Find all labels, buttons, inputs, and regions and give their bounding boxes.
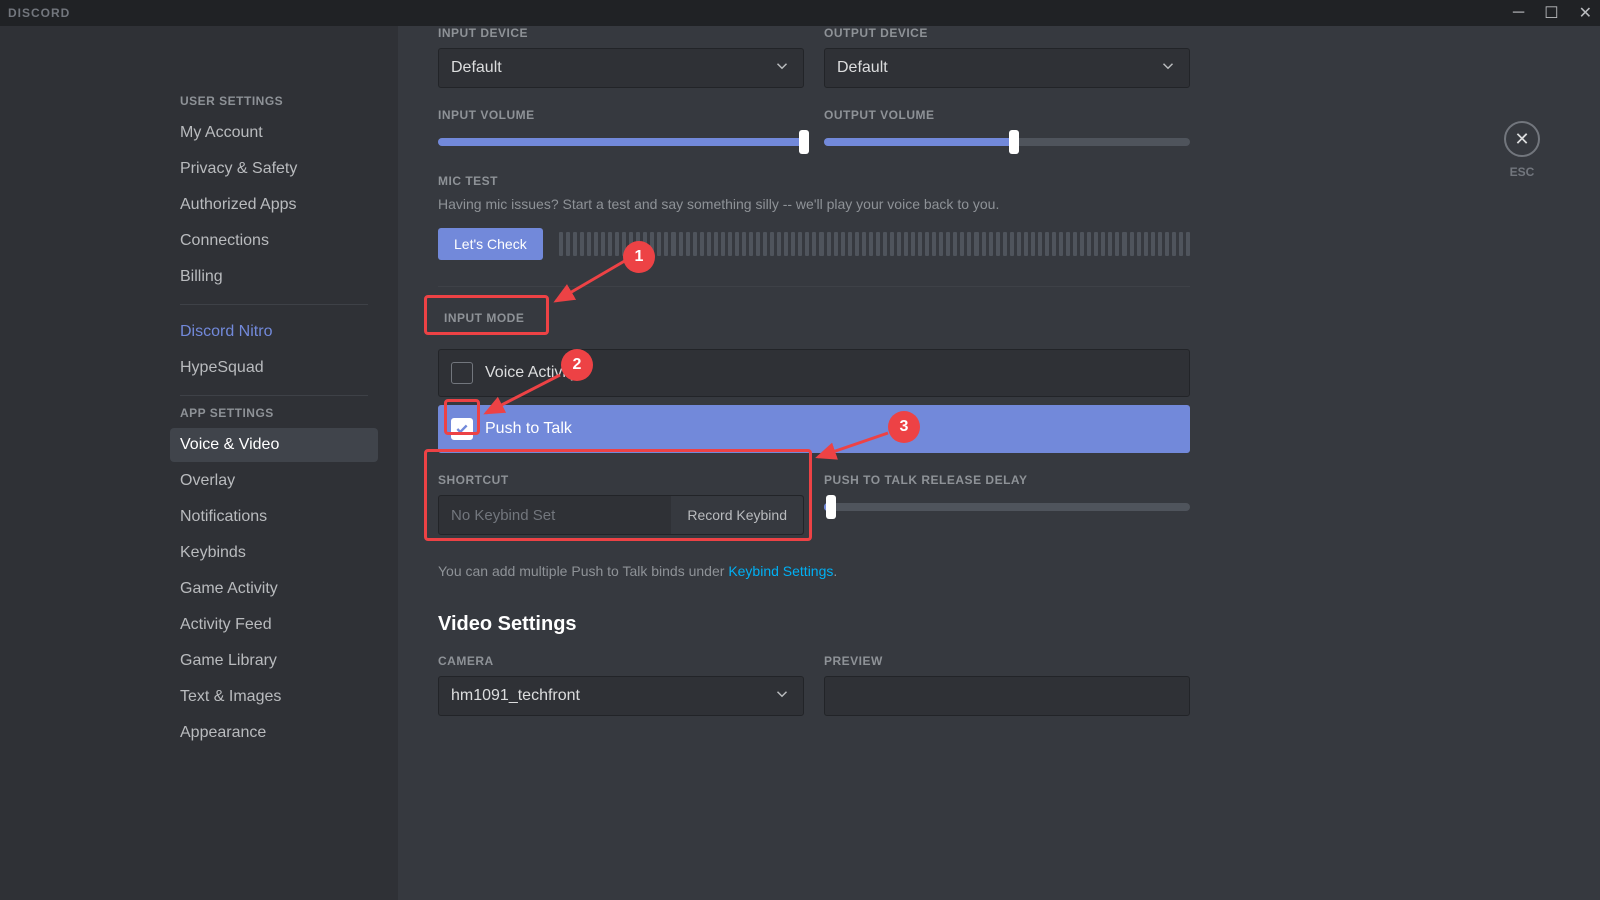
shortcut-value: No Keybind Set — [439, 507, 671, 524]
sidebar-item-connections[interactable]: Connections — [170, 224, 378, 258]
ptt-delay-label: Push to Talk Release Delay — [824, 473, 1190, 487]
window-maximize-icon[interactable]: ☐ — [1544, 3, 1558, 23]
chevron-down-icon — [773, 57, 791, 80]
section-app-settings: App Settings — [180, 406, 368, 420]
sidebar-item-game-activity[interactable]: Game Activity — [170, 572, 378, 606]
divider — [180, 304, 368, 305]
sidebar-item-authorized-apps[interactable]: Authorized Apps — [170, 188, 378, 222]
annotation-arrow-1 — [548, 251, 638, 311]
lets-check-button[interactable]: Let's Check — [438, 228, 543, 260]
settings-content: ✕ ESC Input Device Default Output Device… — [398, 26, 1600, 900]
output-volume-label: Output Volume — [824, 108, 1190, 122]
video-settings-heading: Video Settings — [438, 613, 1560, 636]
input-device-select[interactable]: Default — [438, 48, 804, 88]
divider — [438, 286, 1190, 287]
input-mode-voice-activity[interactable]: Voice Activity — [438, 349, 1190, 397]
preview-box — [824, 676, 1190, 716]
chevron-down-icon — [773, 685, 791, 708]
sidebar-item-billing[interactable]: Billing — [170, 260, 378, 294]
shortcut-box: No Keybind Set Record Keybind — [438, 495, 804, 535]
mic-test-hint: Having mic issues? Start a test and say … — [438, 196, 1560, 212]
input-mode-label: Input Mode — [438, 307, 530, 329]
record-keybind-button[interactable]: Record Keybind — [671, 496, 803, 534]
titlebar: DISCORD ─ ☐ ✕ — [0, 0, 1600, 26]
app-brand: DISCORD — [8, 6, 70, 20]
divider — [180, 395, 368, 396]
window-minimize-icon[interactable]: ─ — [1513, 4, 1524, 22]
checkbox-checked-icon — [451, 418, 473, 440]
sidebar-item-overlay[interactable]: Overlay — [170, 464, 378, 498]
ptt-label: Push to Talk — [485, 420, 572, 438]
sidebar-item-hypesquad[interactable]: HypeSquad — [170, 351, 378, 385]
sidebar-item-keybinds[interactable]: Keybinds — [170, 536, 378, 570]
window-close-icon[interactable]: ✕ — [1579, 3, 1592, 23]
settings-sidebar: User Settings My Account Privacy & Safet… — [0, 26, 398, 900]
voice-activity-label: Voice Activity — [485, 364, 578, 382]
shortcut-label: Shortcut — [438, 473, 804, 487]
input-mode-push-to-talk[interactable]: Push to Talk — [438, 405, 1190, 453]
output-device-select[interactable]: Default — [824, 48, 1190, 88]
close-esc-label: ESC — [1504, 165, 1540, 179]
ptt-delay-slider[interactable] — [824, 503, 1190, 511]
output-volume-slider[interactable] — [824, 138, 1190, 146]
keybind-info: You can add multiple Push to Talk binds … — [438, 563, 1190, 579]
input-device-value: Default — [451, 59, 502, 77]
sidebar-item-my-account[interactable]: My Account — [170, 116, 378, 150]
section-user-settings: User Settings — [180, 94, 368, 108]
input-volume-label: Input Volume — [438, 108, 804, 122]
sidebar-item-discord-nitro[interactable]: Discord Nitro — [170, 315, 378, 349]
camera-label: Camera — [438, 654, 804, 668]
sidebar-item-voice-video[interactable]: Voice & Video — [170, 428, 378, 462]
close-settings-button[interactable]: ✕ — [1504, 121, 1540, 157]
preview-label: Preview — [824, 654, 1190, 668]
camera-select[interactable]: hm1091_techfront — [438, 676, 804, 716]
mic-meter — [559, 232, 1190, 256]
checkbox-icon — [451, 362, 473, 384]
sidebar-item-appearance[interactable]: Appearance — [170, 716, 378, 750]
keybind-settings-link[interactable]: Keybind Settings — [728, 563, 833, 579]
sidebar-item-game-library[interactable]: Game Library — [170, 644, 378, 678]
mic-test-label: Mic Test — [438, 174, 1560, 188]
input-volume-slider[interactable] — [438, 138, 804, 146]
output-device-value: Default — [837, 59, 888, 77]
sidebar-item-privacy-safety[interactable]: Privacy & Safety — [170, 152, 378, 186]
input-device-label: Input Device — [438, 26, 804, 40]
sidebar-item-notifications[interactable]: Notifications — [170, 500, 378, 534]
sidebar-item-text-images[interactable]: Text & Images — [170, 680, 378, 714]
chevron-down-icon — [1159, 57, 1177, 80]
sidebar-item-activity-feed[interactable]: Activity Feed — [170, 608, 378, 642]
output-device-label: Output Device — [824, 26, 1190, 40]
camera-value: hm1091_techfront — [451, 687, 580, 705]
